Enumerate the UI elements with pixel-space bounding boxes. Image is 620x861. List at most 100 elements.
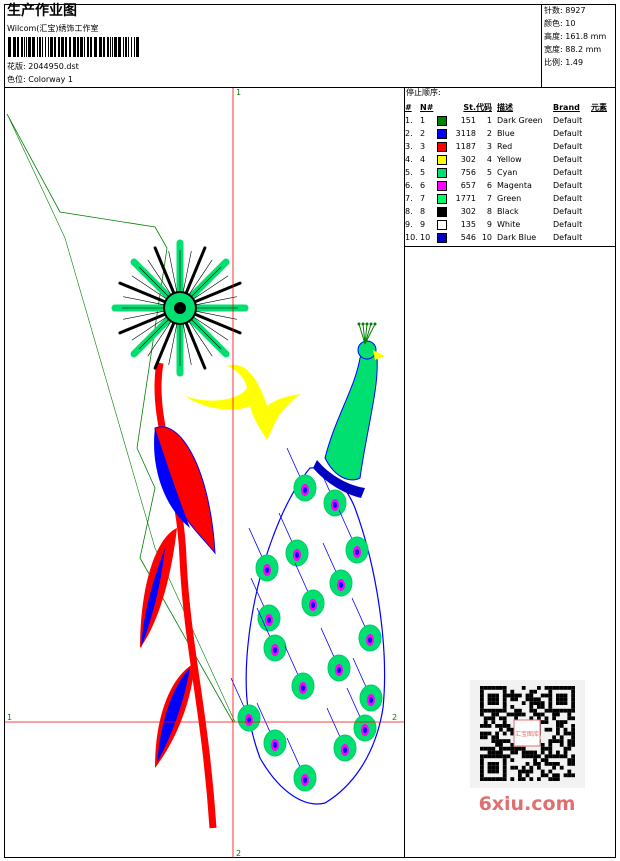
col-stitches: St.	[463, 102, 476, 112]
row-stitches: 302	[460, 155, 476, 164]
row-code: 8	[486, 207, 492, 216]
stop-sequence-table: # N# St. 代码 描述 Brand 元素 1. 1 151 1 Dark Gree…	[404, 100, 615, 244]
info-divider	[541, 4, 542, 88]
embroidery-design: 1 2 1 2	[5, 88, 404, 858]
row-code: 5	[486, 168, 492, 177]
row-code: 2	[486, 129, 492, 138]
row-code: 3	[486, 142, 492, 151]
table-row: 7. 7 1771 7 Green Default	[404, 192, 615, 205]
row-element	[591, 166, 615, 179]
col-needle: N#	[420, 102, 434, 112]
row-brand: Default	[553, 142, 583, 151]
row-needle: 5	[420, 168, 426, 177]
row-swatch	[437, 153, 451, 166]
color-swatch	[437, 167, 447, 178]
row-brand: Default	[553, 155, 583, 164]
row-swatch	[437, 127, 451, 140]
row-brand: Default	[553, 233, 583, 242]
row-element	[591, 153, 615, 166]
row-swatch	[437, 231, 451, 244]
peacock-neck	[324, 347, 378, 481]
row-element	[591, 127, 615, 140]
table-row: 8. 8 302 8 Black Default	[404, 205, 615, 218]
axis-label-top: 1	[236, 88, 241, 97]
row-needle: 4	[420, 155, 426, 164]
row-needle: 10	[420, 233, 431, 242]
row-code: 7	[486, 194, 492, 203]
row-description: Red	[497, 142, 513, 151]
row-swatch	[437, 114, 451, 127]
studio-name: Wilcom(汇宝)绣饰工作室	[7, 24, 99, 33]
watermark-text: 6xiu.com	[479, 793, 576, 815]
row-needle: 9	[420, 220, 426, 229]
row-index: 6.	[405, 181, 413, 190]
row-stitches: 1187	[455, 142, 476, 151]
stitch-count: 针数: 8927	[544, 6, 586, 15]
row-brand: Default	[553, 194, 583, 203]
file-name-value: 2044950.dst	[28, 62, 79, 71]
table-row: 5. 5 756 5 Cyan Default	[404, 166, 615, 179]
color-swatch	[437, 219, 447, 230]
row-brand: Default	[553, 129, 583, 138]
row-index: 3.	[405, 142, 413, 151]
row-element	[591, 179, 615, 192]
row-stitches: 135	[460, 220, 476, 229]
row-code: 4	[486, 155, 492, 164]
row-stitches: 1771	[455, 194, 476, 203]
axis-label-left: 1	[7, 713, 12, 722]
row-description: Dark Green	[497, 116, 543, 125]
row-element	[591, 218, 615, 231]
table-divider	[404, 246, 616, 247]
table-row: 6. 6 657 6 Magenta Default	[404, 179, 615, 192]
row-stitches: 151	[460, 116, 476, 125]
row-description: Cyan	[497, 168, 518, 177]
scale-ratio: 比例: 1.49	[544, 58, 584, 67]
color-swatch	[437, 128, 447, 139]
row-description: Blue	[497, 129, 515, 138]
row-description: Magenta	[497, 181, 532, 190]
design-height: 高度: 161.8 mm	[544, 32, 607, 41]
row-brand: Default	[553, 207, 583, 216]
color-swatch	[437, 180, 447, 191]
row-index: 8.	[405, 207, 413, 216]
row-code: 10	[481, 233, 492, 242]
row-stitches: 302	[460, 207, 476, 216]
row-stitches: 756	[460, 168, 476, 177]
row-element	[591, 114, 615, 127]
row-index: 7.	[405, 194, 413, 203]
design-width: 宽度: 88.2 mm	[544, 45, 602, 54]
row-description: Yellow	[497, 155, 522, 164]
col-element: 元素	[591, 102, 607, 112]
axis-label-right: 2	[392, 713, 397, 722]
color-swatch	[437, 193, 447, 204]
row-swatch	[437, 179, 451, 192]
row-needle: 6	[420, 181, 426, 190]
row-swatch	[437, 140, 451, 153]
row-index: 5.	[405, 168, 413, 177]
colorway-value: Colorway 1	[28, 75, 73, 84]
row-index: 1.	[405, 116, 413, 125]
row-code: 9	[486, 220, 492, 229]
col-brand: Brand	[553, 102, 580, 112]
row-index: 4.	[405, 155, 413, 164]
stop-sequence-label: 停止顺序:	[406, 88, 441, 97]
row-index: 9.	[405, 220, 413, 229]
row-element	[591, 205, 615, 218]
row-swatch	[437, 205, 451, 218]
col-index: #	[405, 102, 412, 112]
color-swatch	[437, 141, 447, 152]
file-name: 花版: 2044950.dst	[7, 62, 79, 71]
barcode	[8, 37, 139, 57]
table-row: 9. 9 135 9 White Default	[404, 218, 615, 231]
row-index: 2.	[405, 129, 413, 138]
table-row: 10. 10 546 10 Dark Blue Default	[404, 231, 615, 244]
row-stitches: 3118	[455, 129, 476, 138]
table-row: 1. 1 151 1 Dark Green Default	[404, 114, 615, 127]
table-header-row: # N# St. 代码 描述 Brand 元素	[404, 100, 615, 114]
peacock-head	[357, 340, 377, 360]
row-index: 10.	[405, 233, 418, 242]
page-title: 生产作业图	[7, 3, 77, 19]
row-needle: 7	[420, 194, 426, 203]
travel-path	[6, 113, 234, 723]
flower	[111, 239, 249, 377]
